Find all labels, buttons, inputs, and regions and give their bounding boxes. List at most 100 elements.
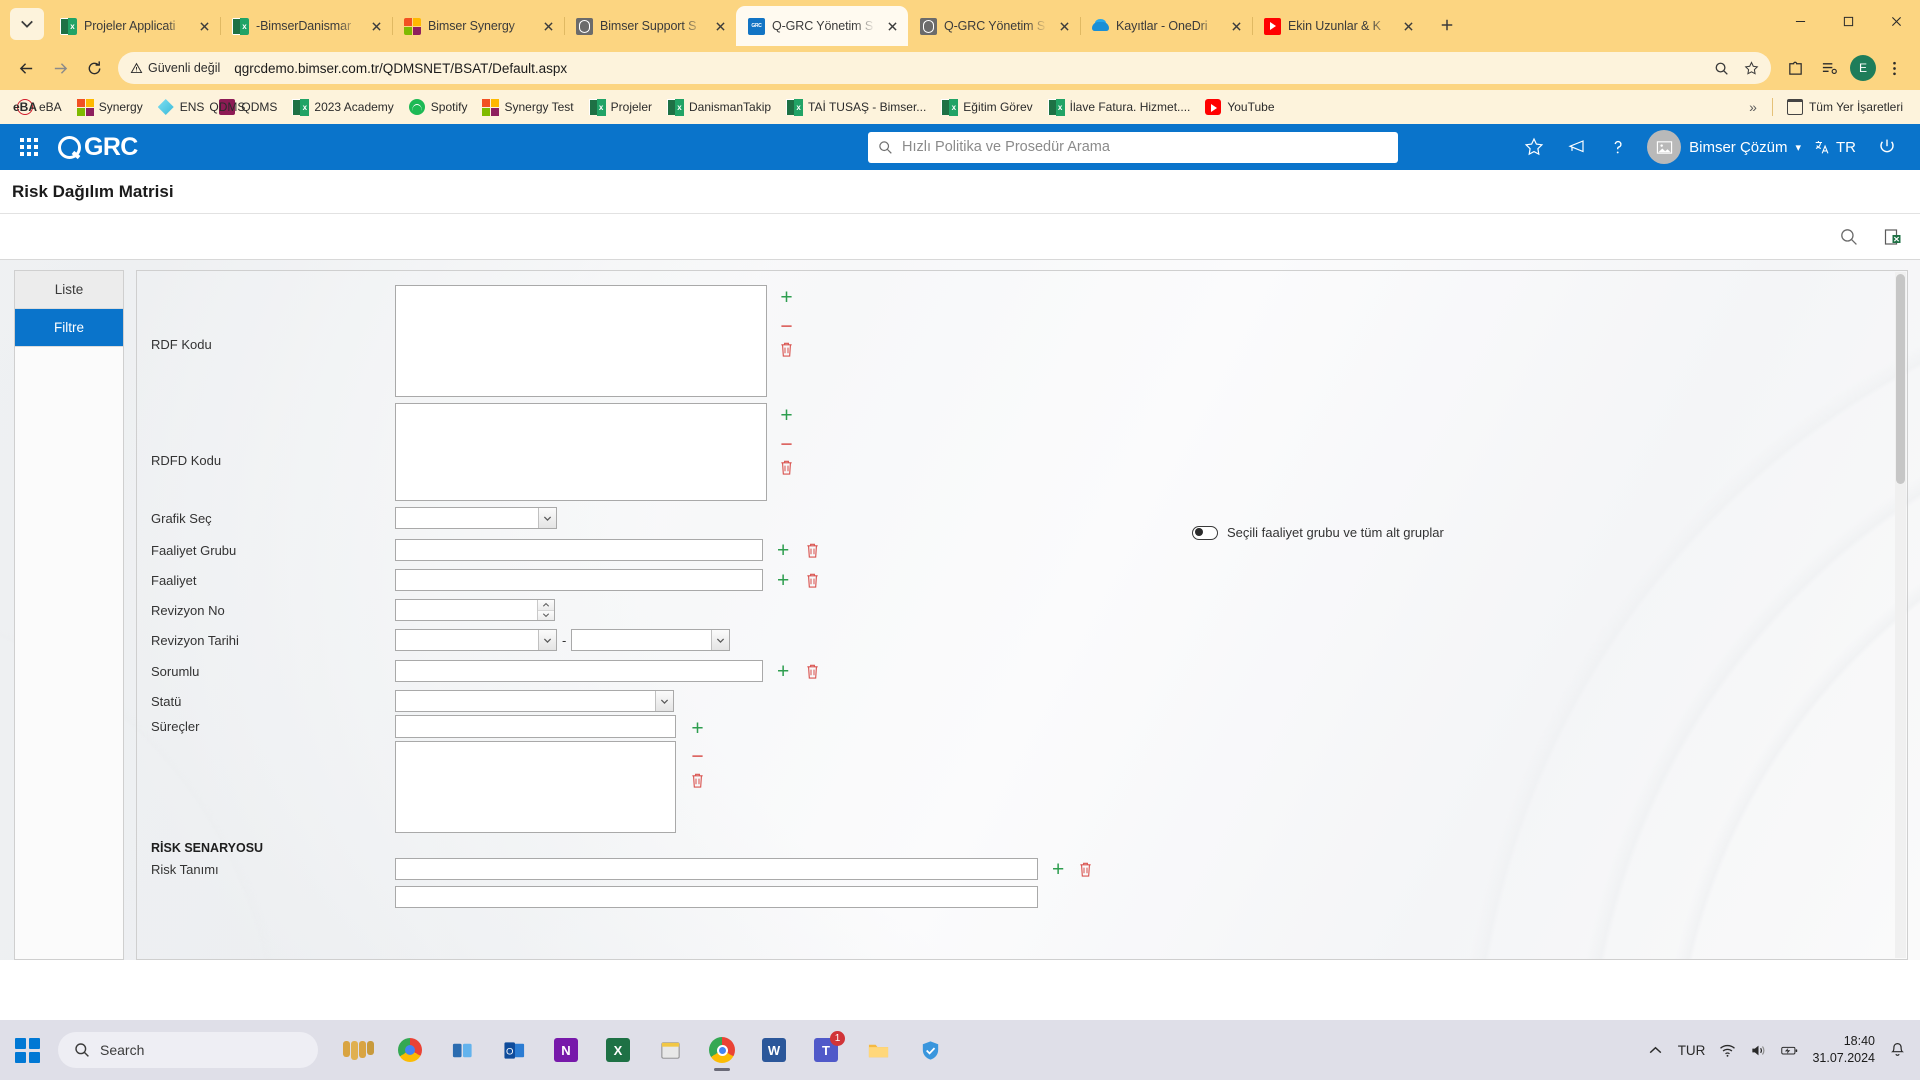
export-excel-button[interactable]	[1880, 224, 1906, 250]
volume-button[interactable]	[1750, 1042, 1767, 1059]
tab-close-button[interactable]	[1054, 16, 1074, 36]
favorites-button[interactable]	[1515, 128, 1553, 166]
taskbar-app-sticky-notes[interactable]	[648, 1028, 692, 1072]
browser-tab[interactable]: Q-GRC Yönetim S	[908, 6, 1081, 46]
tab-close-button[interactable]	[366, 16, 386, 36]
security-badge[interactable]: Güvenli değil	[130, 61, 230, 75]
logout-button[interactable]	[1868, 128, 1906, 166]
taskbar-app-security[interactable]	[908, 1028, 952, 1072]
rdf-kodu-textarea[interactable]	[395, 285, 767, 397]
faaliyet-grubu-input[interactable]	[395, 539, 763, 561]
bookmark-item[interactable]: eBA eBA	[10, 95, 69, 119]
bookmark-item[interactable]: Eğitim Görev	[934, 95, 1039, 119]
add-button[interactable]: +	[690, 718, 705, 739]
add-button[interactable]: +	[779, 405, 794, 426]
bookmark-item[interactable]: Projeler	[582, 95, 659, 119]
delete-button[interactable]	[779, 341, 794, 358]
tab-close-button[interactable]	[194, 16, 214, 36]
sorumlu-input[interactable]	[395, 660, 763, 682]
search-button[interactable]	[1836, 224, 1862, 250]
back-button[interactable]	[10, 52, 42, 84]
bookmark-item[interactable]: 2023 Academy	[285, 95, 400, 119]
help-button[interactable]	[1599, 128, 1637, 166]
brand-logo[interactable]: GRC	[58, 133, 138, 162]
taskbar-app-word[interactable]: W	[752, 1028, 796, 1072]
browser-tab[interactable]: GRC Q-GRC Yönetim S	[736, 6, 908, 46]
notifications-button[interactable]	[1889, 1042, 1906, 1059]
grafik-sec-select[interactable]	[395, 507, 557, 529]
tab-close-button[interactable]	[1398, 16, 1418, 36]
battery-button[interactable]	[1781, 1042, 1798, 1059]
all-bookmarks-button[interactable]: Tüm Yer İşaretleri	[1780, 95, 1910, 119]
surecler-textarea[interactable]	[395, 741, 676, 833]
bookmark-item[interactable]: İlave Fatura. Hizmet....	[1041, 95, 1198, 119]
statu-select[interactable]	[395, 690, 674, 712]
bookmark-item[interactable]: Synergy	[70, 95, 150, 119]
taskbar-app-onenote[interactable]: N	[544, 1028, 588, 1072]
bookmark-item[interactable]: TAİ TUSAŞ - Bimser...	[779, 95, 933, 119]
browser-tab[interactable]: Kayıtlar - OneDri	[1080, 6, 1253, 46]
profile-avatar[interactable]: E	[1850, 55, 1876, 81]
tab-close-button[interactable]	[710, 16, 730, 36]
input-language[interactable]: TUR	[1678, 1043, 1706, 1058]
faaliyet-input[interactable]	[395, 569, 763, 591]
user-menu[interactable]: Bimser Çözüm ▾	[1641, 130, 1801, 164]
taskbar-app-file-explorer[interactable]	[856, 1028, 900, 1072]
bookmark-item[interactable]: Spotify	[402, 95, 475, 119]
form-scrollbar[interactable]	[1895, 272, 1906, 958]
taskbar-app-outlook[interactable]: O	[492, 1028, 536, 1072]
spinner-up-button[interactable]	[538, 600, 554, 611]
bookmark-item[interactable]: YouTube	[1198, 95, 1281, 119]
surecler-input[interactable]	[395, 715, 676, 738]
revizyon-no-spinner[interactable]	[395, 599, 555, 621]
close-window-button[interactable]	[1872, 0, 1920, 42]
scrollbar-thumb[interactable]	[1896, 274, 1905, 484]
bookmarks-overflow-button[interactable]: »	[1741, 97, 1765, 117]
announcements-button[interactable]	[1557, 128, 1595, 166]
language-selector[interactable]: TR	[1805, 138, 1864, 156]
reload-button[interactable]	[78, 52, 110, 84]
revizyon-tarihi-end-select[interactable]	[571, 629, 731, 651]
address-bar[interactable]: Güvenli değil qgrcdemo.bimser.com.tr/QDM…	[118, 52, 1771, 84]
wifi-button[interactable]	[1719, 1042, 1736, 1059]
taskbar-app-teams[interactable]: T 1	[804, 1028, 848, 1072]
taskbar-search[interactable]: Search	[58, 1032, 318, 1068]
bookmark-item[interactable]: DanismanTakip	[660, 95, 778, 119]
extensions-button[interactable]	[1779, 52, 1811, 84]
add-button[interactable]: +	[777, 570, 789, 591]
sidebar-item-filtre[interactable]: Filtre	[15, 309, 123, 347]
show-hidden-icons-button[interactable]	[1647, 1042, 1664, 1059]
add-button[interactable]: +	[777, 661, 789, 682]
remove-button[interactable]: −	[779, 434, 794, 455]
add-button[interactable]: +	[777, 540, 789, 561]
taskbar-app-excel[interactable]: X	[596, 1028, 640, 1072]
delete-button[interactable]	[805, 572, 820, 589]
chrome-menu-button[interactable]	[1878, 52, 1910, 84]
browser-tab[interactable]: Ekin Uzunlar & K	[1252, 6, 1424, 46]
remove-button[interactable]: −	[690, 746, 705, 767]
new-tab-button[interactable]	[1432, 10, 1462, 40]
delete-button[interactable]	[779, 459, 794, 476]
quick-search-input[interactable]: Hızlı Politika ve Prosedür Arama	[868, 131, 1398, 163]
delete-button[interactable]	[690, 772, 705, 789]
spinner-down-button[interactable]	[538, 610, 554, 620]
tab-close-button[interactable]	[882, 16, 902, 36]
browser-tab[interactable]: -BimserDanismar	[220, 6, 393, 46]
delete-button[interactable]	[805, 663, 820, 680]
rdfd-kodu-textarea[interactable]	[395, 403, 767, 501]
bookmark-star-icon[interactable]	[1737, 54, 1765, 82]
clock[interactable]: 18:40 31.07.2024	[1812, 1033, 1875, 1067]
add-button[interactable]: +	[1052, 859, 1064, 880]
bookmark-item[interactable]: ENS	[151, 95, 212, 119]
maximize-button[interactable]	[1824, 0, 1872, 42]
delete-button[interactable]	[1078, 861, 1093, 878]
taskbar-app-nail-art[interactable]	[336, 1028, 380, 1072]
revizyon-tarihi-start-select[interactable]	[395, 629, 557, 651]
taskbar-app-task-view[interactable]	[440, 1028, 484, 1072]
taskbar-app-chrome-old[interactable]	[388, 1028, 432, 1072]
activity-group-toggle[interactable]	[1192, 525, 1218, 540]
taskbar-app-chrome[interactable]	[700, 1028, 744, 1072]
delete-button[interactable]	[805, 542, 820, 559]
forward-button[interactable]	[44, 52, 76, 84]
sidebar-item-liste[interactable]: Liste	[15, 271, 123, 309]
